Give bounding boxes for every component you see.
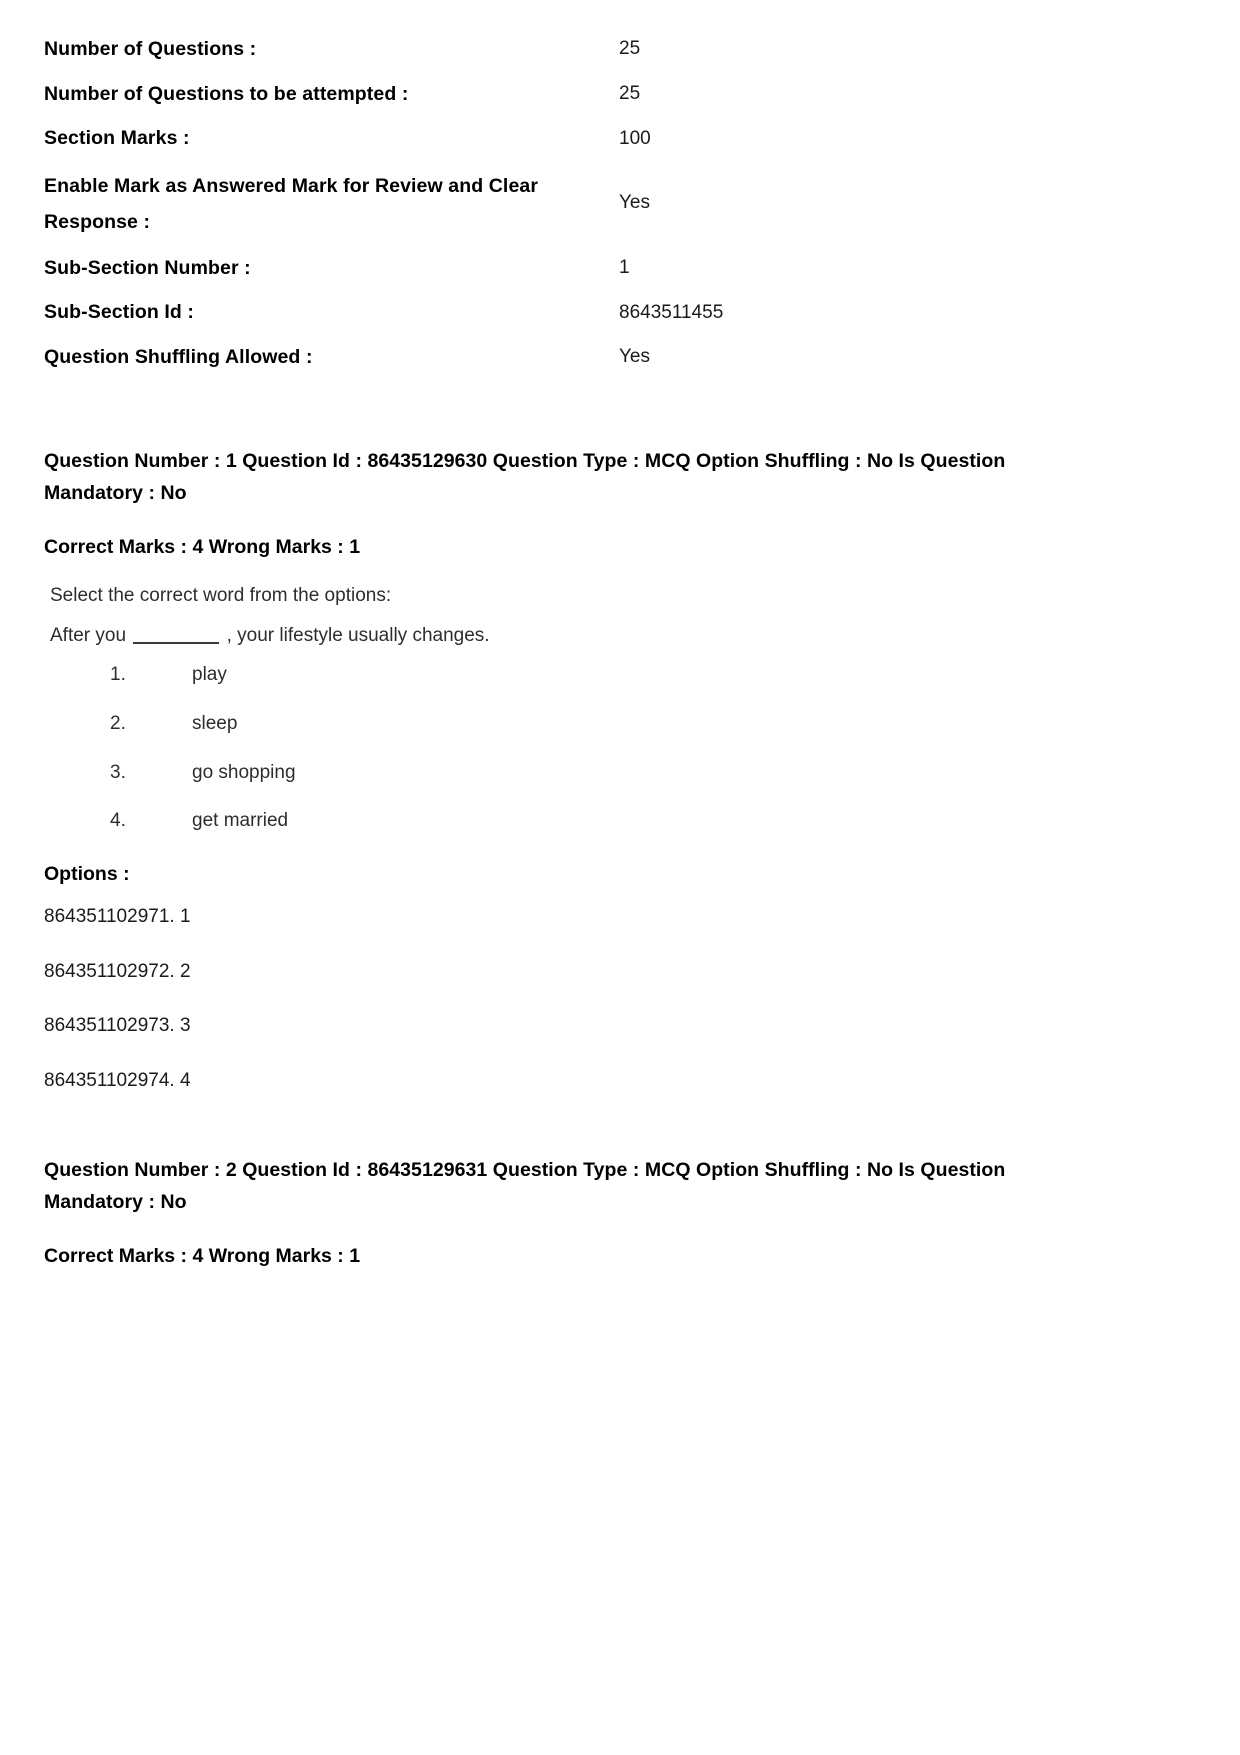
table-row: Enable Mark as Answered Mark for Review … (44, 168, 1196, 253)
choice-number: 4. (110, 810, 126, 832)
fill-in-blank (133, 641, 220, 644)
meta-value: 25 (619, 38, 641, 60)
question-header: Question Number : 2 Question Id : 864351… (44, 1158, 1006, 1214)
table-row: Question Shuffling Allowed : Yes (44, 342, 1196, 387)
table-row: Sub-Section Number : 1 (44, 253, 1196, 298)
list-item: 864351102973. 3 (44, 1015, 191, 1037)
choice-number: 3. (110, 761, 126, 783)
meta-label: Sub-Section Number : (44, 256, 251, 279)
list-item[interactable]: 4. get married (44, 810, 1196, 833)
meta-label: Section Marks : (44, 127, 190, 150)
meta-value: 1 (619, 257, 630, 279)
question-marks: Correct Marks : 4 Wrong Marks : 1 (44, 535, 361, 558)
question-block-1: Question Number : 1 Question Id : 864351… (44, 445, 1196, 1096)
meta-label: Question Shuffling Allowed : (44, 346, 313, 369)
list-item: 864351102971. 1 (44, 906, 191, 928)
question-body: Select the correct word from the options… (44, 581, 1196, 833)
list-item[interactable]: 3. go shopping (44, 762, 1196, 785)
stem-text-after: , your lifestyle usually changes. (226, 624, 490, 646)
meta-value: 25 (619, 82, 641, 104)
choice-list: 1. play 2. sleep 3. go shopping 4. get m… (44, 664, 1196, 833)
stem-text-before: After you (50, 624, 127, 646)
meta-value: Yes (619, 346, 650, 368)
question-header: Question Number : 1 Question Id : 864351… (44, 449, 1006, 504)
list-item: 864351102972. 2 (44, 960, 191, 982)
page-bottom-spacer (44, 1272, 1196, 1652)
meta-value: Yes (619, 192, 650, 214)
meta-label: Sub-Section Id : (44, 301, 195, 324)
table-row: Number of Questions to be attempted : 25 (44, 79, 1196, 124)
list-item[interactable]: 2. sleep (44, 713, 1196, 736)
meta-label: Enable Mark as Answered Mark for Review … (44, 174, 539, 233)
meta-label: Number of Questions : (44, 38, 257, 60)
question-stem: After you , your lifestyle usually chang… (50, 621, 1196, 650)
section-metadata-table: Number of Questions : 25 Number of Quest… (44, 34, 1196, 387)
choice-text: play (192, 663, 227, 685)
table-row: Sub-Section Id : 8643511455 (44, 297, 1196, 342)
table-row: Section Marks : 100 (44, 123, 1196, 168)
choice-text: go shopping (192, 761, 296, 783)
question-marks: Correct Marks : 4 Wrong Marks : 1 (44, 1245, 361, 1268)
choice-number: 1. (110, 663, 126, 685)
table-row: Number of Questions : 25 (44, 34, 1196, 79)
choice-text: sleep (192, 712, 238, 734)
list-item: 864351102974. 4 (44, 1069, 191, 1091)
options-title: Options : (44, 863, 130, 886)
question-block-2: Question Number : 2 Question Id : 864351… (44, 1154, 1196, 1273)
choice-text: get married (192, 810, 289, 832)
choice-number: 2. (110, 712, 126, 734)
meta-value: 8643511455 (619, 301, 724, 323)
list-item[interactable]: 1. play (44, 664, 1196, 687)
question-instruction: Select the correct word from the options… (50, 585, 392, 607)
document-page: Number of Questions : 25 Number of Quest… (0, 0, 1240, 1755)
meta-value: 100 (619, 127, 651, 149)
meta-label: Number of Questions to be attempted : (44, 82, 409, 105)
option-id-list: 864351102971. 1 864351102972. 2 86435110… (44, 902, 1196, 1096)
